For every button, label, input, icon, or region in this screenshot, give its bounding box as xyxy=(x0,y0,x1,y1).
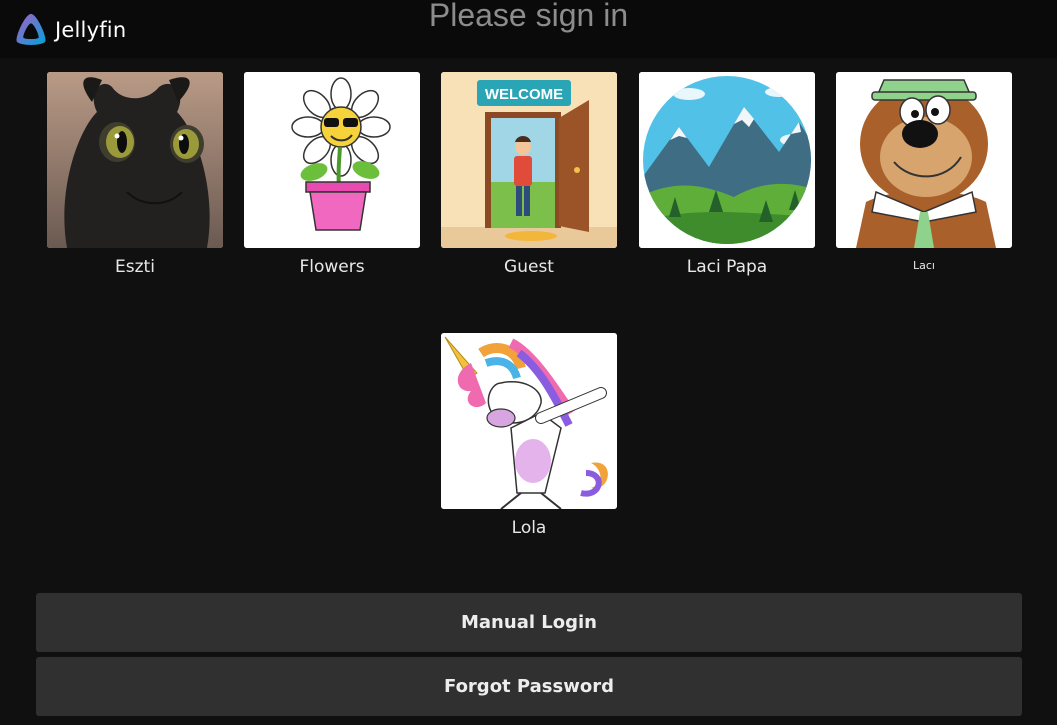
user-card-laci-papa[interactable]: Laci Papa xyxy=(639,72,815,277)
dragon-avatar-icon xyxy=(47,72,223,248)
user-card-laci[interactable]: Lacı xyxy=(836,72,1012,272)
user-name: Flowers xyxy=(299,257,365,277)
unicorn-avatar-icon xyxy=(441,333,617,509)
user-name: Laci Papa xyxy=(686,257,768,277)
bear-avatar-icon xyxy=(836,72,1012,248)
user-name: Guest xyxy=(504,257,554,277)
mountain-landscape-avatar-icon xyxy=(639,72,815,248)
forgot-password-button[interactable]: Forgot Password xyxy=(36,657,1022,716)
user-card-eszti[interactable]: Eszti xyxy=(47,72,223,277)
user-card-flowers[interactable]: Flowers xyxy=(244,72,420,277)
flower-avatar-icon xyxy=(244,72,420,248)
user-name: Lacı xyxy=(913,259,935,272)
user-card-lola[interactable]: Lola xyxy=(441,333,617,538)
welcome-sign-text: WELCOME xyxy=(485,86,563,103)
user-name: Eszti xyxy=(115,257,155,277)
welcome-door-avatar-icon: WELCOME xyxy=(441,72,617,248)
user-name: Lola xyxy=(511,518,547,538)
header-bar: Jellyfin Please sign in xyxy=(0,0,1057,58)
user-card-guest[interactable]: WELCOME Guest xyxy=(441,72,617,277)
manual-login-button[interactable]: Manual Login xyxy=(36,593,1022,652)
page-title: Please sign in xyxy=(428,0,629,33)
